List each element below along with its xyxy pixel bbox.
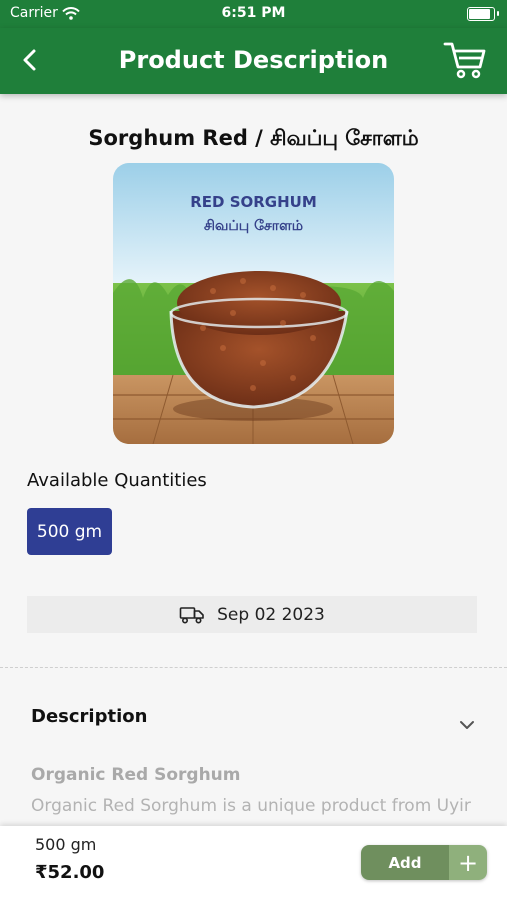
plus-icon[interactable]: +: [449, 845, 487, 880]
add-button-label[interactable]: Add: [361, 845, 449, 880]
quantity-option-500gm[interactable]: 500 gm: [27, 508, 112, 555]
image-label-tamil: சிவப்பு சோளம்: [204, 218, 303, 234]
chevron-down-icon[interactable]: [458, 718, 476, 732]
description-text: Organic Red Sorghum is a unique product …: [31, 796, 471, 816]
product-image: RED SORGHUM சிவப்பு சோளம்: [113, 163, 394, 444]
description-subtitle: Organic Red Sorghum: [31, 765, 241, 785]
delivery-date: Sep 02 2023: [217, 604, 325, 625]
description-heading[interactable]: Description: [31, 706, 147, 727]
page-title: Product Description: [118, 46, 389, 74]
status-time: 6:51 PM: [221, 5, 286, 21]
image-label-english: RED SORGHUM: [190, 193, 317, 211]
navigation-bar: Product Description: [0, 28, 507, 94]
delivery-date-row: Sep 02 2023: [27, 596, 477, 633]
cart-icon[interactable]: [443, 40, 487, 80]
add-to-cart-button[interactable]: Add +: [361, 845, 487, 880]
selected-quantity: 500 gm: [35, 835, 97, 854]
status-bar: Carrier 6:51 PM: [0, 0, 507, 28]
price: ₹52.00: [35, 862, 105, 883]
cart-bar: 500 gm ₹52.00 Add +: [0, 826, 507, 900]
battery-icon: [467, 7, 499, 21]
product-title: Sorghum Red / சிவப்பு சோளம்: [88, 126, 419, 150]
truck-icon: [179, 606, 204, 624]
section-divider: [0, 667, 507, 668]
available-quantities-label: Available Quantities: [27, 470, 207, 491]
